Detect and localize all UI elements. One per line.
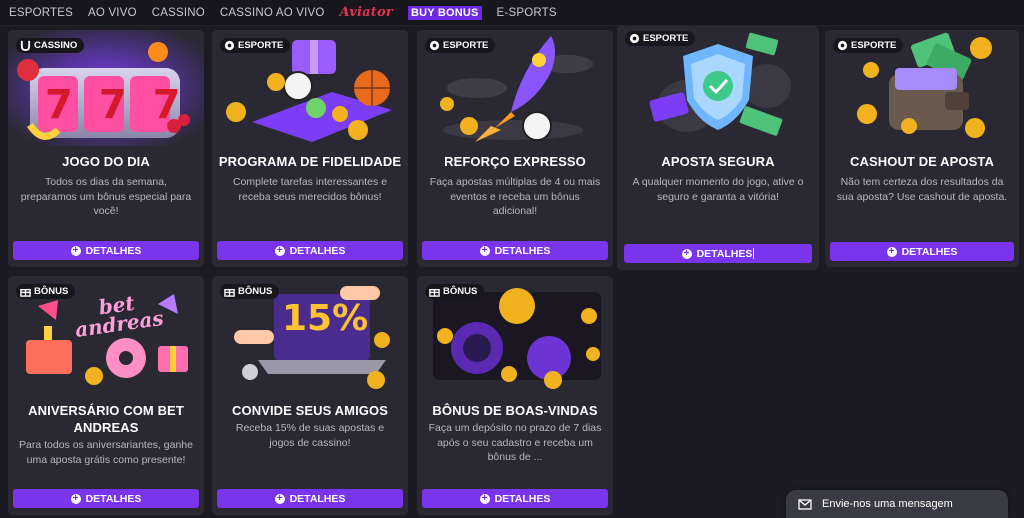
- badge-label: ESPORTE: [851, 40, 897, 51]
- details-button-label: DETALHES: [289, 244, 346, 257]
- card-title: REFORÇO EXPRESSO: [444, 154, 586, 169]
- details-button-label: DETALHES: [901, 245, 958, 258]
- badge-label: CASSINO: [34, 40, 78, 51]
- plus-icon: +: [479, 493, 490, 504]
- plus-icon: +: [274, 245, 285, 256]
- plus-icon: +: [886, 246, 897, 257]
- card-description: A qualquer momento do jogo, ative o segu…: [632, 176, 804, 203]
- gift-icon: [224, 288, 235, 297]
- card-title: APOSTA SEGURA: [661, 154, 775, 169]
- details-button-label: DETALHES: [494, 244, 551, 257]
- nav-aviator[interactable]: Aviator: [340, 5, 393, 20]
- category-badge: BÔNUS: [220, 284, 280, 299]
- ball-icon: [837, 40, 848, 51]
- promo-card-reforco-expresso: ESPORTE REFORÇO EXPRESSO Faça apostas mú…: [417, 30, 613, 267]
- promotions-grid: 777 CASSINO JOGO DO DIA Todos os dias da…: [0, 26, 1024, 515]
- chat-widget[interactable]: Envie-nos uma mensagem: [786, 490, 1008, 518]
- slot-777-text: 777: [45, 82, 204, 128]
- details-button-label: DETALHES: [696, 247, 755, 260]
- card-title: CONVIDE SEUS AMIGOS: [232, 403, 388, 418]
- details-button-label: DETALHES: [85, 244, 142, 257]
- plus-icon: +: [274, 493, 285, 504]
- nav-esportes[interactable]: ESPORTES: [9, 7, 73, 19]
- card-title: ANIVERSÁRIO COM BET ANDREAS: [28, 403, 184, 435]
- envelope-icon: [798, 498, 812, 510]
- card-title: BÔNUS DE BOAS-VINDAS: [432, 403, 598, 418]
- promo-card-cashout-de-aposta: ESPORTE CASHOUT DE APOSTA Não tem certez…: [825, 30, 1019, 267]
- badge-label: ESPORTE: [443, 40, 489, 51]
- plus-icon: +: [70, 245, 81, 256]
- card-description: Todos os dias da semana, preparamos um b…: [20, 176, 192, 217]
- details-button-label: DETALHES: [85, 492, 142, 505]
- card-description: Faça um depósito no prazo de 7 dias após…: [428, 422, 602, 463]
- card-description: Complete tarefas interessantes e receba …: [232, 176, 388, 203]
- category-badge: ESPORTE: [625, 31, 696, 46]
- ball-icon: [629, 33, 640, 44]
- horseshoe-icon: [20, 40, 31, 51]
- promo-card-jogo-do-dia: 777 CASSINO JOGO DO DIA Todos os dias da…: [8, 30, 204, 267]
- details-button[interactable]: + DETALHES: [830, 242, 1014, 261]
- card-description: Não tem certeza dos resultados da sua ap…: [836, 176, 1008, 203]
- nav-buy-bonus[interactable]: BUY BONUS: [407, 5, 482, 20]
- details-button[interactable]: + DETALHES: [217, 241, 403, 260]
- card-title: PROGRAMA DE FIDELIDADE: [218, 154, 402, 169]
- details-button[interactable]: + DETALHES: [422, 241, 608, 260]
- card-title: CASHOUT DE APOSTA: [850, 154, 994, 169]
- promo-card-convide-seus-amigos: 15% BÔNUS CONVIDE SEUS AMIGOS Receba 15%…: [212, 276, 408, 515]
- details-button[interactable]: + DETALHES: [422, 489, 608, 508]
- badge-label: ESPORTE: [238, 40, 284, 51]
- top-navigation: ESPORTES AO VIVO CASSINO CASSINO AO VIVO…: [0, 0, 1024, 26]
- details-button-label: DETALHES: [289, 492, 346, 505]
- card-description: Para todos os aniversariantes, ganhe uma…: [19, 439, 193, 466]
- promo-card-programa-de-fidelidade: ESPORTE PROGRAMA DE FIDELIDADE Complete …: [212, 30, 408, 267]
- card-title: JOGO DO DIA: [62, 154, 150, 169]
- nav-cassino-ao-vivo[interactable]: CASSINO AO VIVO: [220, 7, 325, 19]
- promo-card-aposta-segura: ESPORTE APOSTA SEGURA A qualquer momento…: [617, 26, 819, 270]
- nav-e-sports[interactable]: E-SPORTS: [497, 7, 557, 19]
- chat-label: Envie-nos uma mensagem: [822, 498, 953, 510]
- category-badge: BÔNUS: [16, 284, 76, 299]
- category-badge: BÔNUS: [425, 284, 485, 299]
- fifteen-percent-text: 15%: [282, 298, 369, 339]
- plus-icon: +: [681, 248, 692, 259]
- promo-card-aniversario: bet andreas BÔNUS ANIVERSÁRIO COM BET AN…: [8, 276, 204, 515]
- badge-label: BÔNUS: [34, 286, 69, 297]
- details-button[interactable]: + DETALHES: [13, 241, 199, 260]
- category-badge: ESPORTE: [833, 38, 904, 53]
- ball-icon: [224, 40, 235, 51]
- details-button[interactable]: + DETALHES: [217, 489, 403, 508]
- badge-label: ESPORTE: [643, 33, 689, 44]
- category-badge: ESPORTE: [425, 38, 496, 53]
- gift-icon: [20, 288, 31, 297]
- badge-label: BÔNUS: [238, 286, 273, 297]
- details-button[interactable]: + DETALHES: [624, 244, 812, 263]
- category-badge: ESPORTE: [220, 38, 291, 53]
- details-button[interactable]: + DETALHES: [13, 489, 199, 508]
- text-cursor: [753, 248, 755, 260]
- nav-ao-vivo[interactable]: AO VIVO: [88, 7, 137, 19]
- ball-icon: [429, 40, 440, 51]
- plus-icon: +: [70, 493, 81, 504]
- card-description: Receba 15% de suas apostas e jogos de ca…: [235, 422, 385, 449]
- gift-icon: [429, 288, 440, 297]
- category-badge: CASSINO: [16, 38, 85, 53]
- promo-card-bonus-de-boas-vindas: BÔNUS BÔNUS DE BOAS-VINDAS Faça um depós…: [417, 276, 613, 515]
- badge-label: BÔNUS: [443, 286, 478, 297]
- details-button-label: DETALHES: [494, 492, 551, 505]
- nav-cassino[interactable]: CASSINO: [152, 7, 205, 19]
- plus-icon: +: [479, 245, 490, 256]
- card-description: Faça apostas múltiplas de 4 ou mais even…: [429, 176, 601, 217]
